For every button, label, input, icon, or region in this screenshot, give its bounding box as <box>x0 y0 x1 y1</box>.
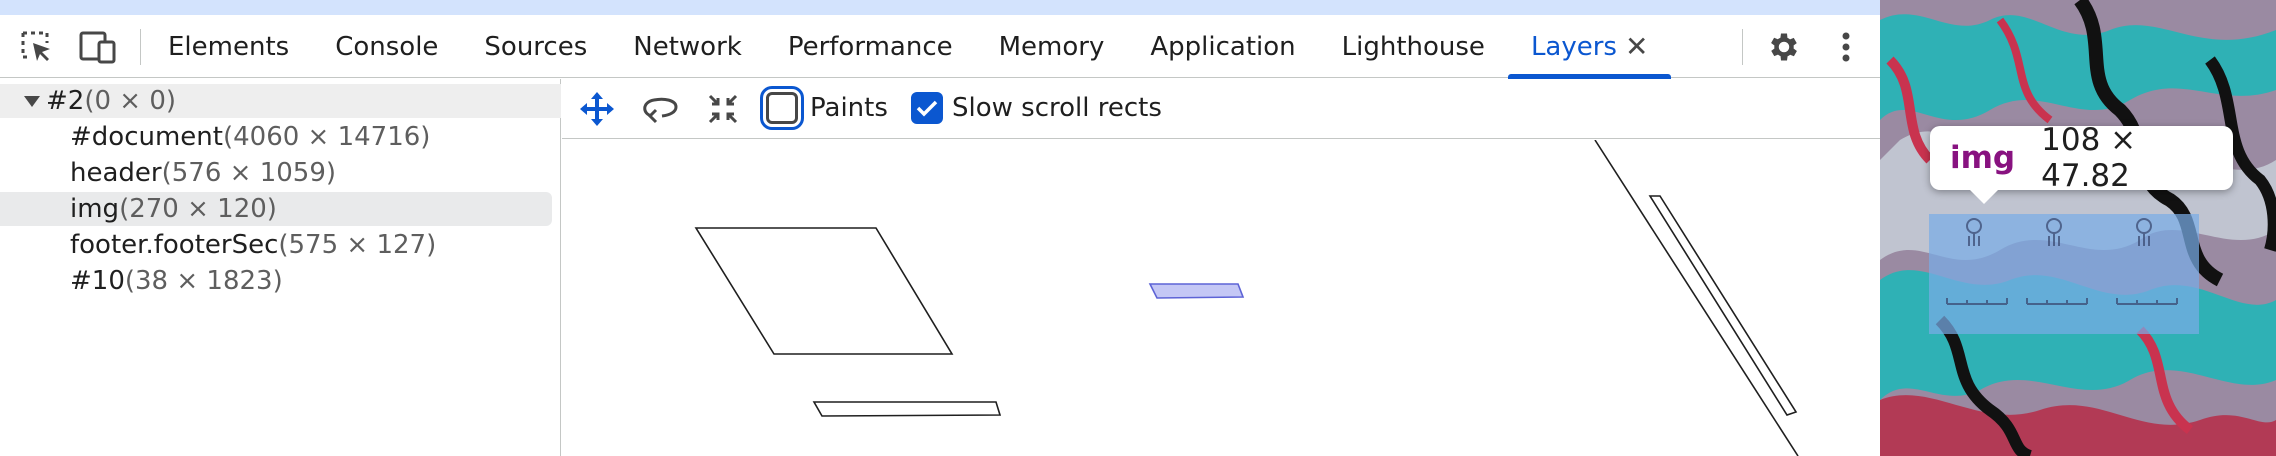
tab-application[interactable]: Application <box>1127 15 1318 78</box>
tooltip-tag-name: img <box>1950 140 2016 176</box>
fps-meter-image <box>1946 218 2178 305</box>
layer-outline <box>694 227 954 355</box>
tab-network[interactable]: Network <box>610 15 765 78</box>
inspect-element-icon[interactable] <box>17 29 57 65</box>
layer-tree-item-selected[interactable]: img (270 × 120) <box>0 192 552 226</box>
tooltip-dimensions: 108 × 47.82 <box>2041 122 2137 194</box>
device-toolbar-icon[interactable] <box>78 29 118 65</box>
check-icon <box>916 100 938 117</box>
selected-layer <box>1148 283 1245 299</box>
paints-checkbox[interactable] <box>760 86 804 130</box>
more-vert-icon[interactable] <box>1826 29 1866 65</box>
layer-tree-item[interactable]: #2 (0 × 0) <box>0 84 561 118</box>
layer-tree-item[interactable]: #10 (38 × 1823) <box>0 264 283 298</box>
layer-tree-item[interactable]: header (576 × 1059) <box>0 156 336 190</box>
tab-layers[interactable]: Layers ✕ <box>1507 15 1672 79</box>
pan-mode-icon[interactable] <box>577 89 617 129</box>
tab-performance[interactable]: Performance <box>765 15 976 78</box>
slow-scroll-rects-label: Slow scroll rects <box>952 93 1162 123</box>
tab-elements[interactable]: Elements <box>145 15 312 78</box>
main-toolbar: Elements Console Sources Network Perform… <box>0 15 1880 79</box>
rotate-mode-icon[interactable] <box>640 89 680 129</box>
toolbar-divider <box>140 29 141 65</box>
tab-lighthouse[interactable]: Lighthouse <box>1319 15 1508 78</box>
layer-tree: #2 (0 × 0) #document (4060 × 14716) header… <box>0 79 561 456</box>
tab-memory[interactable]: Memory <box>976 15 1128 78</box>
layer-outline <box>1648 195 1798 416</box>
tab-console[interactable]: Console <box>312 15 461 78</box>
layer-outline <box>812 401 1002 417</box>
layer-tree-item[interactable]: footer.footerSec (575 × 127) <box>0 228 436 262</box>
paints-label: Paints <box>810 93 888 123</box>
gear-icon[interactable] <box>1764 29 1804 65</box>
slow-scroll-rects-checkbox[interactable] <box>911 92 943 124</box>
devtools-panel: Elements Console Sources Network Perform… <box>0 0 1880 456</box>
layers-3d-view[interactable] <box>562 140 1880 456</box>
element-highlight-overlay <box>1929 214 2199 334</box>
inspect-tooltip: img 108 × 47.82 <box>1930 122 2233 204</box>
reset-transform-icon[interactable] <box>703 89 743 129</box>
layers-3d-canvas <box>694 140 1799 456</box>
window-top-strip <box>0 0 1880 15</box>
panel-tabs: Elements Console Sources Network Perform… <box>145 15 1672 79</box>
layer-outline <box>1594 140 1799 456</box>
layer-tree-item[interactable]: #document (4060 × 14716) <box>0 120 430 154</box>
triangle-down-icon[interactable] <box>24 95 40 107</box>
tab-sources[interactable]: Sources <box>461 15 610 78</box>
toolbar-divider <box>1742 29 1743 65</box>
layers-view-toolbar: Paints Slow scroll rects <box>562 79 1880 139</box>
close-icon[interactable]: ✕ <box>1625 30 1648 63</box>
